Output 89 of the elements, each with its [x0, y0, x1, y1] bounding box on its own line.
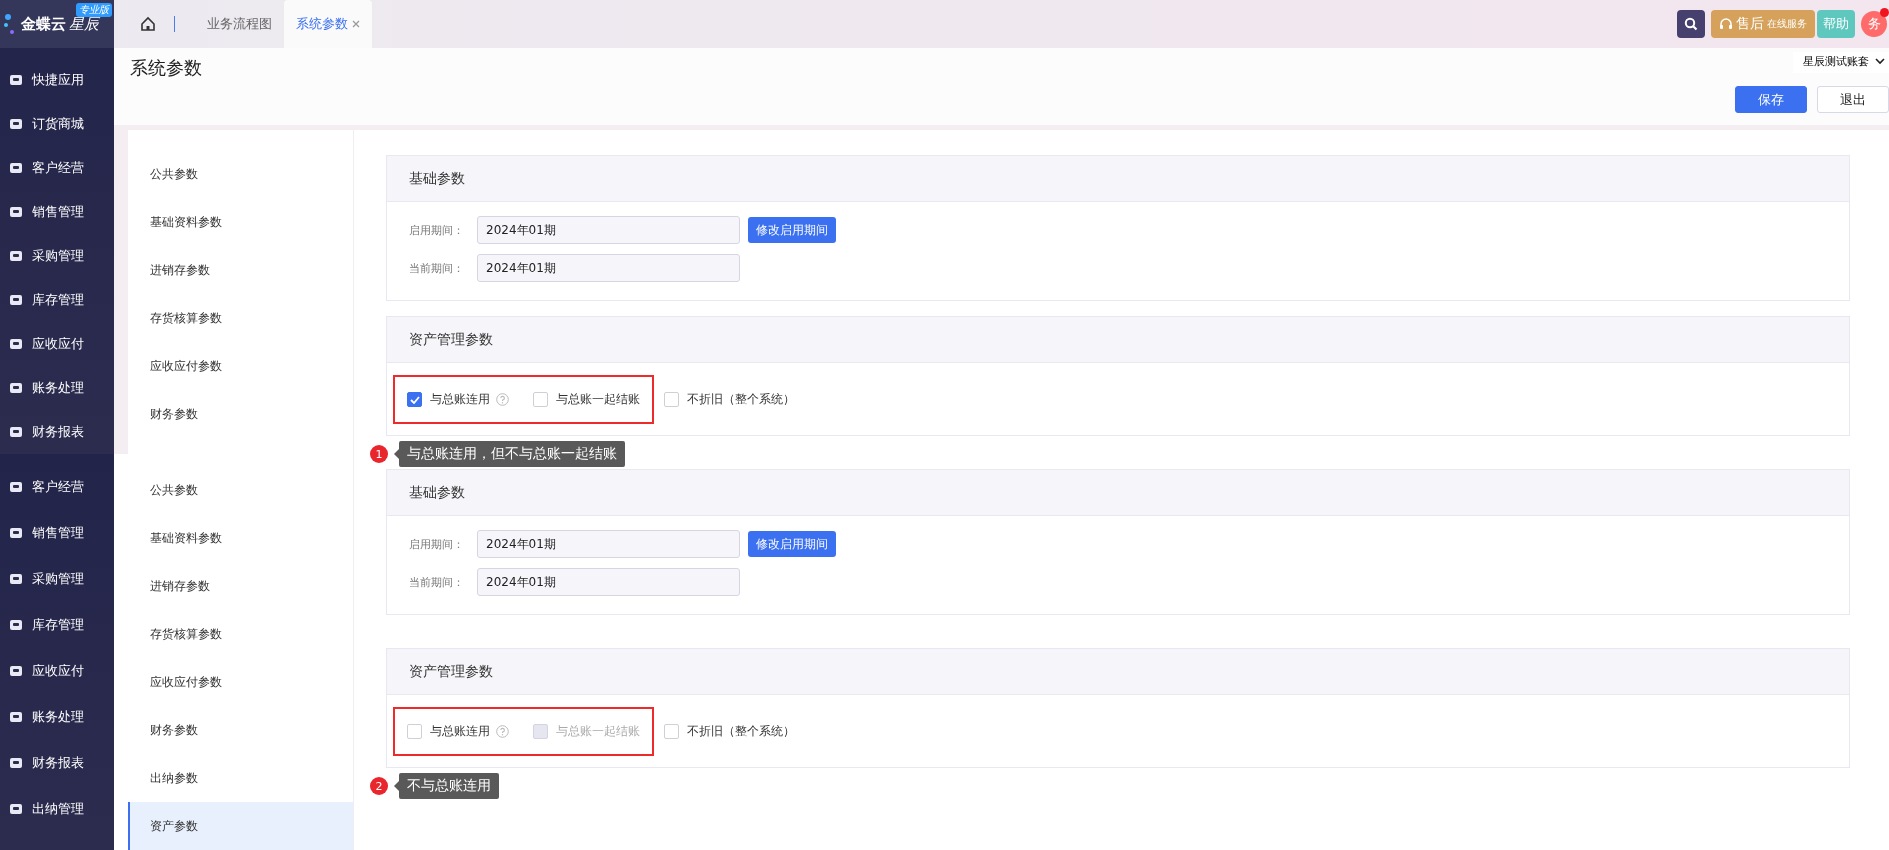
- period-field[interactable]: 2024年01期: [477, 530, 740, 558]
- menu-item[interactable]: 应收应付参数: [128, 658, 353, 706]
- checkbox[interactable]: [407, 392, 422, 407]
- checkbox-option[interactable]: 与总账连用: [407, 723, 509, 740]
- edition-badge: 专业版: [76, 3, 112, 17]
- home-icon[interactable]: [140, 16, 156, 32]
- module-icon: [8, 525, 24, 541]
- search-button[interactable]: [1677, 10, 1705, 38]
- menu-item[interactable]: 公共参数: [128, 466, 353, 514]
- period-field[interactable]: 2024年01期: [477, 216, 740, 244]
- module-icon: [8, 116, 24, 132]
- sidebar-item[interactable]: 应收应付: [0, 648, 114, 694]
- menu-item[interactable]: 基础资料参数: [128, 514, 353, 562]
- module-icon: [8, 571, 24, 587]
- sidebar-item[interactable]: 订货商城: [0, 102, 114, 146]
- field-label: 启用期间：: [409, 222, 465, 238]
- module-icon: [8, 801, 24, 817]
- pointer-icon: [394, 781, 399, 791]
- sidebar-item[interactable]: 快捷应用: [0, 58, 114, 102]
- save-button[interactable]: 保存: [1735, 86, 1807, 113]
- menu-item[interactable]: 资产参数: [128, 802, 353, 850]
- sidebar-item[interactable]: 销售管理: [0, 510, 114, 556]
- module-icon: [8, 617, 24, 633]
- section-title: 资产管理参数: [387, 649, 1849, 695]
- field-label: 当前期间：: [409, 574, 465, 590]
- module-icon: [8, 663, 24, 679]
- callout-tooltip: 与总账连用，但不与总账一起结账: [394, 441, 625, 467]
- module-icon: [8, 709, 24, 725]
- help-icon[interactable]: [496, 725, 509, 738]
- section-title: 资产管理参数: [387, 317, 1849, 363]
- change-period-button[interactable]: 修改启用期间: [748, 217, 836, 243]
- sidebar-item[interactable]: 采购管理: [0, 556, 114, 602]
- change-period-button[interactable]: 修改启用期间: [748, 531, 836, 557]
- chevron-down-icon: [1875, 58, 1885, 65]
- menu-item[interactable]: 基础资料参数: [128, 198, 353, 246]
- sidebar-item[interactable]: 出纳管理: [0, 786, 114, 832]
- menu-item[interactable]: 出纳参数: [128, 754, 353, 802]
- module-icon: [8, 248, 24, 264]
- tab[interactable]: 业务流程图: [195, 0, 284, 48]
- logo-text: 金蝶云: [21, 14, 66, 34]
- field-label: 启用期间：: [409, 536, 465, 552]
- search-icon: [1684, 17, 1698, 31]
- period-field[interactable]: 2024年01期: [477, 568, 740, 596]
- module-icon: [8, 160, 24, 176]
- sidebar-item[interactable]: 财务报表: [0, 740, 114, 786]
- sidebar-item[interactable]: 财务报表: [0, 410, 114, 454]
- step-number: 2: [370, 777, 388, 795]
- sidebar-item[interactable]: 客户经营: [0, 146, 114, 190]
- close-icon[interactable]: [352, 20, 360, 28]
- logo-product: 星辰: [69, 14, 99, 34]
- field-label: 当前期间：: [409, 260, 465, 276]
- menu-item[interactable]: 财务参数: [128, 390, 353, 438]
- section-title: 基础参数: [387, 470, 1849, 516]
- tab[interactable]: 系统参数: [284, 0, 372, 48]
- exit-button[interactable]: 退出: [1817, 86, 1889, 113]
- menu-item[interactable]: 存货核算参数: [128, 294, 353, 342]
- checkbox-option[interactable]: 不折旧（整个系统）: [664, 723, 795, 740]
- module-icon: [8, 424, 24, 440]
- module-icon: [8, 479, 24, 495]
- period-field[interactable]: 2024年01期: [477, 254, 740, 282]
- sidebar-item[interactable]: 客户经营: [0, 464, 114, 510]
- page-title: 系统参数: [130, 56, 202, 80]
- sidebar-item[interactable]: 采购管理: [0, 234, 114, 278]
- headset-icon: [1719, 17, 1733, 31]
- sidebar-item[interactable]: 库存管理: [0, 602, 114, 648]
- sidebar-item[interactable]: 账务处理: [0, 694, 114, 740]
- menu-item[interactable]: 应收应付参数: [128, 342, 353, 390]
- callout-tooltip: 不与总账连用: [394, 773, 499, 799]
- sidebar-item[interactable]: 应收应付: [0, 322, 114, 366]
- sidebar-item[interactable]: 销售管理: [0, 190, 114, 234]
- menu-item[interactable]: 公共参数: [128, 150, 353, 198]
- menu-item[interactable]: 进销存参数: [128, 562, 353, 610]
- module-icon: [8, 336, 24, 352]
- menu-item[interactable]: 财务参数: [128, 706, 353, 754]
- module-icon: [8, 204, 24, 220]
- section-title: 基础参数: [387, 156, 1849, 202]
- sidebar-item[interactable]: 库存管理: [0, 278, 114, 322]
- checkbox-option[interactable]: 与总账一起结账: [533, 391, 640, 408]
- module-icon: [8, 292, 24, 308]
- module-icon: [8, 380, 24, 396]
- sidebar-item[interactable]: 账务处理: [0, 366, 114, 410]
- checkbox-option[interactable]: 不折旧（整个系统）: [664, 391, 795, 408]
- checkbox-option[interactable]: 与总账连用: [407, 391, 509, 408]
- module-icon: [8, 72, 24, 88]
- menu-item[interactable]: 存货核算参数: [128, 610, 353, 658]
- menu-item[interactable]: 进销存参数: [128, 246, 353, 294]
- step-number: 1: [370, 445, 388, 463]
- help-icon[interactable]: [496, 393, 509, 406]
- module-icon: [8, 755, 24, 771]
